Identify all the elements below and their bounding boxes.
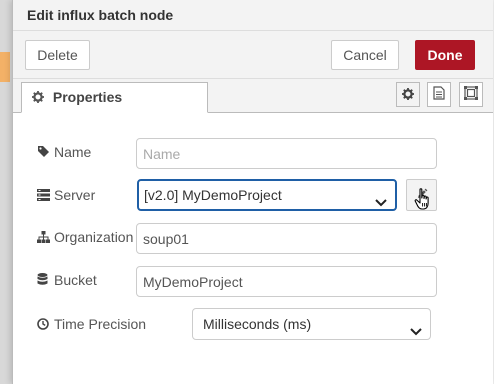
server-label-wrap: Server: [37, 179, 95, 212]
organization-label-wrap: Organization: [37, 221, 133, 254]
bucket-row: Bucket MyDemoProject: [13, 264, 493, 297]
appearance-icon: [464, 86, 478, 103]
time-precision-select[interactable]: Milliseconds (ms): [192, 308, 431, 340]
tag-icon: [37, 137, 51, 169]
organization-row: Organization soup01: [13, 221, 493, 254]
cancel-button[interactable]: Cancel: [331, 40, 399, 70]
chevron-down-icon: [410, 317, 422, 347]
tab-properties[interactable]: Properties: [21, 82, 208, 113]
tabs-row: Properties: [13, 79, 493, 113]
server-select-value: [v2.0] MyDemoProject: [144, 187, 282, 203]
time-precision-label: Time Precision: [54, 316, 147, 332]
done-button[interactable]: Done: [415, 40, 475, 70]
server-icon: [37, 180, 51, 212]
server-select[interactable]: [v2.0] MyDemoProject: [137, 179, 397, 211]
tray-toolbar: Delete Cancel Done: [13, 31, 493, 79]
clock-icon: [37, 309, 51, 341]
name-input[interactable]: Name: [136, 138, 437, 169]
delete-button[interactable]: Delete: [25, 40, 90, 70]
tab-appearance[interactable]: [459, 82, 483, 107]
organization-label: Organization: [54, 229, 134, 245]
bucket-label: Bucket: [54, 272, 97, 288]
name-label: Name: [54, 144, 92, 160]
server-label: Server: [54, 187, 96, 203]
hand-cursor-icon: [414, 188, 432, 215]
name-label-wrap: Name: [37, 136, 91, 169]
gear-icon: [402, 87, 414, 103]
database-icon: [37, 265, 51, 297]
organization-input[interactable]: soup01: [136, 223, 437, 254]
tab-settings[interactable]: [396, 82, 420, 107]
tray-title: Edit influx batch node: [13, 0, 493, 31]
chevron-down-icon: [375, 189, 387, 217]
description-icon: [433, 86, 445, 103]
time-precision-row: Time Precision Milliseconds (ms): [13, 308, 493, 340]
time-precision-value: Milliseconds (ms): [203, 316, 312, 332]
name-row: Name Name: [13, 136, 493, 169]
time-precision-label-wrap: Time Precision: [37, 308, 146, 341]
gear-icon: [32, 89, 48, 105]
workspace-backdrop: [0, 0, 12, 384]
node-strip: [0, 52, 10, 82]
sitemap-icon: [37, 222, 51, 254]
tab-properties-label: Properties: [52, 89, 123, 105]
bucket-label-wrap: Bucket: [37, 264, 97, 297]
tab-description[interactable]: [427, 82, 451, 107]
bucket-input[interactable]: MyDemoProject: [136, 266, 437, 297]
